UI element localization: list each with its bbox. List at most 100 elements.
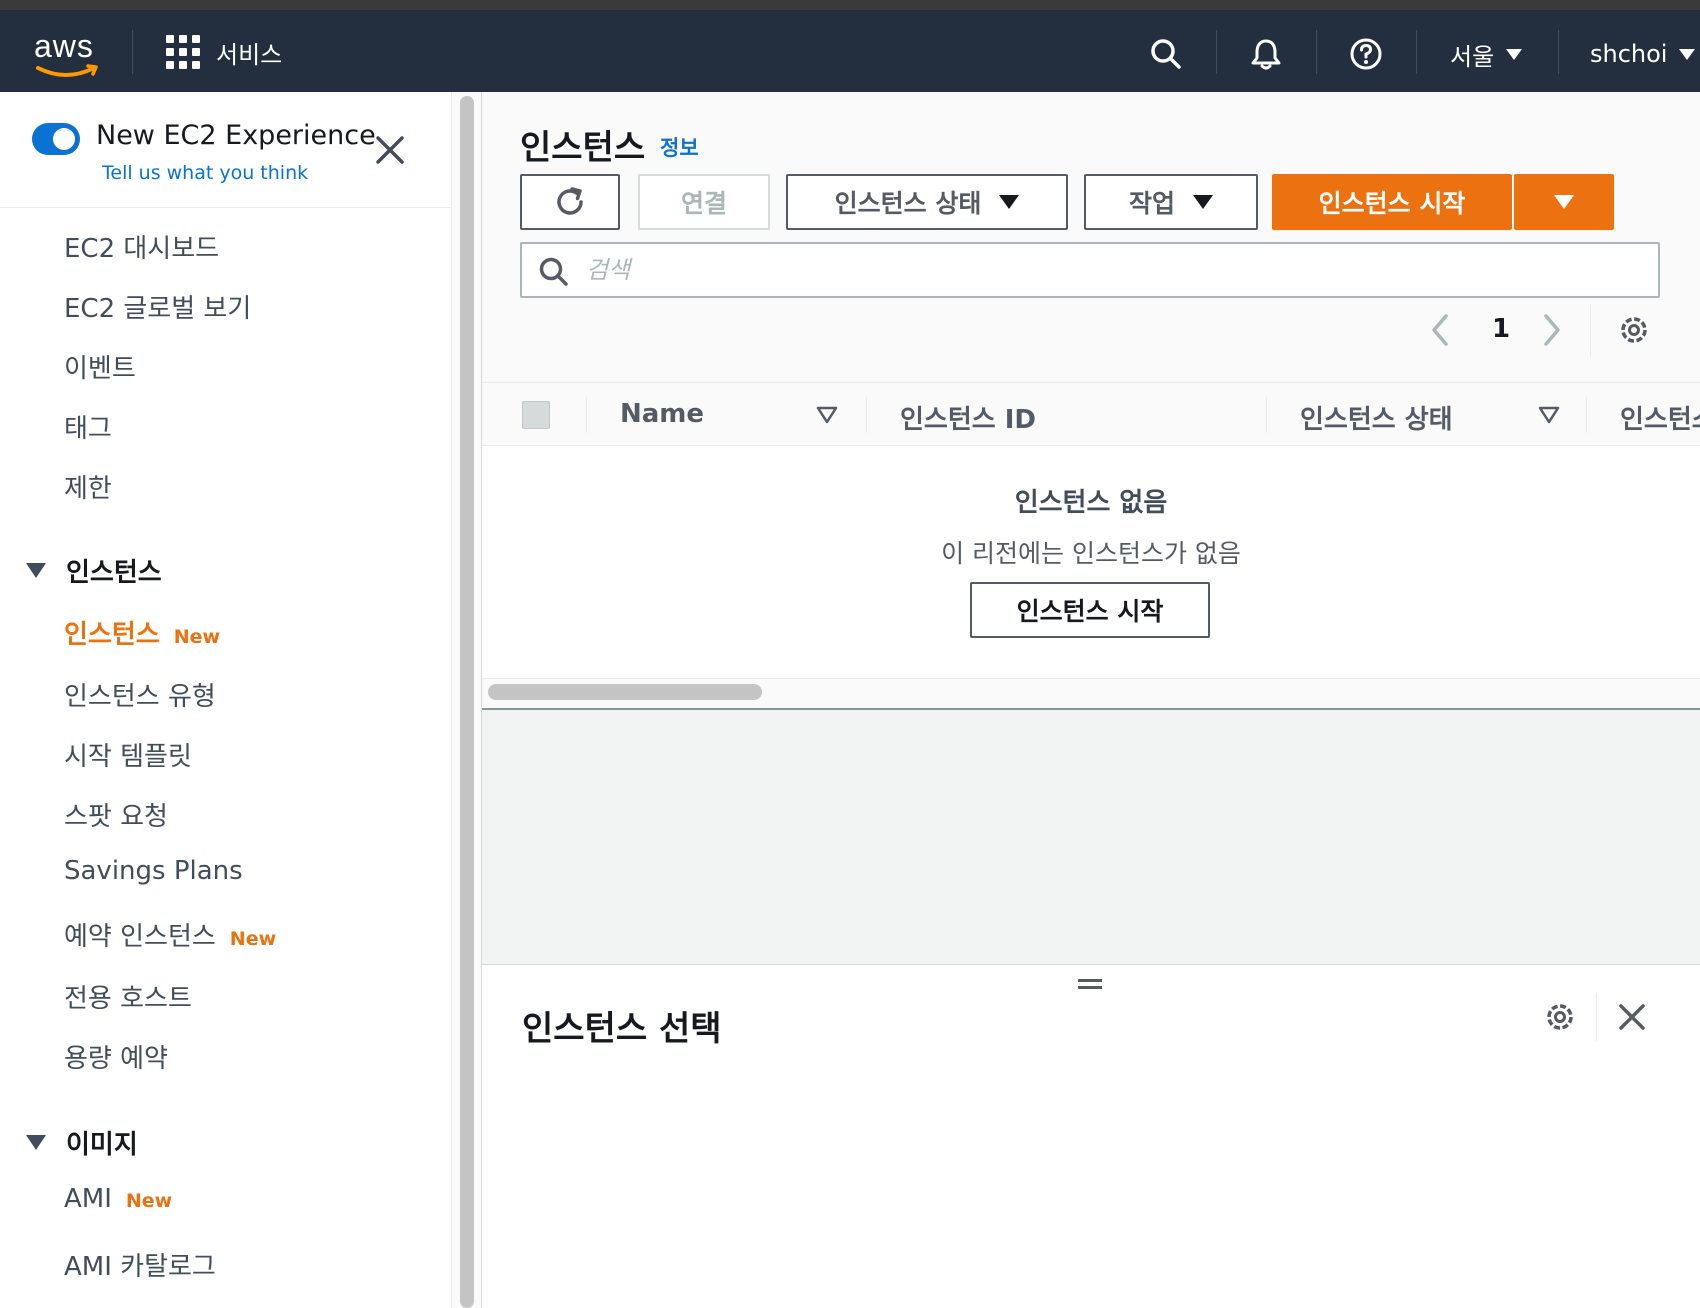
services-label: 서비스 [216, 40, 283, 69]
sidebar-item-ami[interactable]: AMI New [64, 1184, 172, 1214]
refresh-button[interactable] [520, 174, 620, 230]
close-icon[interactable] [372, 132, 408, 168]
sidebar-item-reserved-instances[interactable]: 예약 인스턴스 New [64, 916, 276, 953]
caret-down-icon [999, 195, 1020, 209]
resize-handle[interactable] [1076, 975, 1104, 993]
column-header-instance-id[interactable]: 인스턴스 ID [900, 399, 1036, 436]
sidebar-item-instances[interactable]: 인스턴스 New [64, 614, 220, 651]
sidebar-item-label: 인스턴스 [64, 620, 160, 650]
services-menu-button[interactable]: 서비스 [166, 30, 282, 74]
sidebar-item-limits[interactable]: 제한 [64, 468, 112, 505]
aws-logo[interactable]: aws [34, 28, 106, 80]
sidebar-item-label: AMI [64, 1184, 112, 1214]
notifications-button[interactable] [1246, 34, 1286, 74]
sidebar-scrollbar-thumb[interactable] [460, 96, 474, 1308]
search-input[interactable] [586, 250, 1646, 290]
region-selector[interactable]: 서울 [1450, 34, 1523, 74]
instance-state-label: 인스턴스 상태 [834, 189, 982, 218]
top-navigation-bar: aws 서비스 서울 shchoi [0, 0, 1700, 92]
sidebar-item-label: 예약 인스턴스 [64, 922, 216, 952]
sort-down-icon[interactable] [816, 405, 838, 425]
user-label: shchoi [1590, 40, 1668, 68]
search-icon [1151, 39, 1181, 69]
sidebar-item-spot-requests[interactable]: 스팟 요청 [64, 796, 168, 833]
table-column-header: Name 인스턴스 ID 인스턴스 상태 인스턴스 유형 [482, 382, 1700, 446]
nav-divider [1558, 30, 1559, 74]
section-label: 이미지 [66, 1130, 138, 1160]
sidebar-item-events[interactable]: 이벤트 [64, 348, 136, 385]
nav-divider [132, 30, 133, 74]
help-icon [1350, 38, 1382, 70]
new-badge: New [229, 928, 277, 950]
aws-logo-text: aws [34, 28, 94, 64]
search-box[interactable] [520, 242, 1660, 298]
sidebar-item-launch-templates[interactable]: 시작 템플릿 [64, 736, 192, 773]
connect-button-label: 연결 [680, 189, 727, 218]
help-button[interactable] [1346, 34, 1386, 74]
instance-state-dropdown[interactable]: 인스턴스 상태 [786, 174, 1068, 230]
gear-icon[interactable] [1616, 312, 1652, 348]
select-all-checkbox[interactable] [522, 401, 550, 429]
account-menu[interactable]: shchoi [1590, 34, 1696, 74]
column-divider [586, 397, 587, 433]
nav-divider [1316, 30, 1317, 74]
new-experience-toggle[interactable] [32, 123, 80, 155]
sidebar-item-tags[interactable]: 태그 [64, 408, 112, 445]
launch-options-dropdown[interactable] [1514, 174, 1614, 230]
column-divider [1266, 397, 1267, 433]
main-content: 인스턴스 정보 연결 인스턴스 상태 작업 인스턴스 시작 검색 1 Name … [482, 92, 1700, 1308]
chevron-right-icon[interactable] [1536, 310, 1566, 350]
nav-divider [1216, 30, 1217, 74]
split-panel: 인스턴스 선택 [482, 964, 1700, 1308]
column-header-name[interactable]: Name [620, 399, 704, 429]
close-icon[interactable] [1616, 1001, 1648, 1033]
services-grid-icon [166, 35, 200, 69]
sort-down-icon[interactable] [1538, 405, 1560, 425]
caret-down-icon [1554, 195, 1574, 209]
new-experience-header: New EC2 Experience Tell us what you thin… [0, 92, 452, 208]
table-header-area: 인스턴스 정보 연결 인스턴스 상태 작업 인스턴스 시작 검색 1 [482, 92, 1700, 382]
search-button[interactable] [1146, 34, 1186, 74]
pagination-divider [1590, 304, 1591, 356]
section-label: 인스턴스 [66, 558, 162, 588]
caret-down-icon [1506, 48, 1523, 60]
new-badge: New [173, 626, 221, 648]
launch-instances-button[interactable]: 인스턴스 시작 [1272, 174, 1512, 230]
actions-label: 작업 [1128, 189, 1175, 218]
sidebar-section-images[interactable]: 이미지 [26, 1124, 138, 1161]
refresh-icon [557, 187, 583, 215]
launch-instances-label: 인스턴스 시작 [1318, 189, 1466, 218]
sidebar-item-capacity-reservations[interactable]: 용량 예약 [64, 1038, 168, 1075]
region-label: 서울 [1450, 42, 1495, 71]
nav-divider [1416, 30, 1417, 74]
side-navigation: New EC2 Experience Tell us what you thin… [0, 92, 452, 1308]
sidebar-item-savings-plans[interactable]: Savings Plans [64, 856, 243, 886]
instances-table-container: 인스턴스 정보 연결 인스턴스 상태 작업 인스턴스 시작 검색 1 Name … [482, 92, 1700, 710]
sidebar-item-ec2-dashboard[interactable]: EC2 대시보드 [64, 228, 219, 265]
empty-state-subtitle: 이 리전에는 인스턴스가 없음 [941, 539, 1241, 568]
actions-dropdown[interactable]: 작업 [1084, 174, 1258, 230]
bell-icon [1251, 39, 1281, 70]
current-page-number[interactable]: 1 [1492, 314, 1510, 344]
sidebar-item-instance-types[interactable]: 인스턴스 유형 [64, 676, 216, 713]
sidebar-item-global-view[interactable]: EC2 글로벌 보기 [64, 288, 251, 325]
empty-launch-instances-button[interactable]: 인스턴스 시작 [970, 582, 1210, 638]
feedback-link[interactable]: Tell us what you think [102, 162, 308, 184]
split-panel-divider [1596, 993, 1597, 1041]
caret-down-icon [1679, 48, 1696, 60]
sidebar-section-instances[interactable]: 인스턴스 [26, 552, 162, 589]
chevron-left-icon[interactable] [1426, 310, 1456, 350]
column-divider [866, 397, 867, 433]
horizontal-scrollbar-thumb[interactable] [488, 684, 762, 700]
empty-state-title: 인스턴스 없음 [1014, 488, 1168, 518]
column-header-instance-type[interactable]: 인스턴스 유형 [1620, 399, 1700, 436]
search-icon [539, 257, 568, 286]
new-experience-title: New EC2 Experience [96, 120, 376, 151]
column-header-instance-state[interactable]: 인스턴스 상태 [1300, 399, 1453, 436]
info-link[interactable]: 정보 [660, 132, 699, 162]
aws-smile-icon [36, 64, 98, 77]
sidebar-item-ami-catalog[interactable]: AMI 카탈로그 [64, 1246, 216, 1283]
connect-button[interactable]: 연결 [638, 174, 770, 230]
sidebar-item-dedicated-hosts[interactable]: 전용 호스트 [64, 978, 192, 1015]
gear-icon[interactable] [1542, 999, 1578, 1035]
